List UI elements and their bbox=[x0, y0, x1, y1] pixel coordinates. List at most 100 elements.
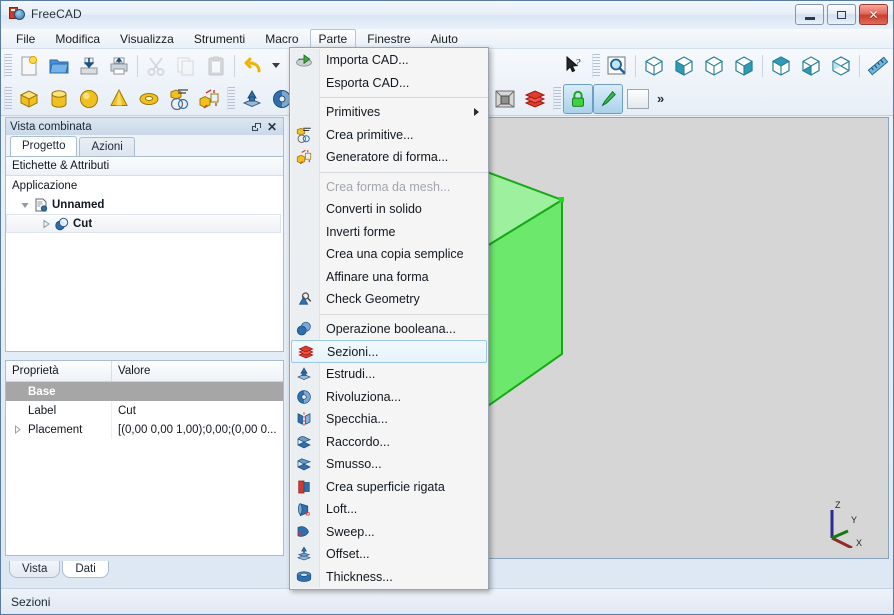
menu-item-primitives[interactable]: Primitives bbox=[290, 101, 488, 124]
new-document-button[interactable] bbox=[14, 51, 44, 81]
menu-item-offset[interactable]: Offset... bbox=[290, 543, 488, 566]
panel-float-button[interactable] bbox=[249, 120, 263, 134]
menu-item-raccordo[interactable]: Raccordo... bbox=[290, 431, 488, 454]
cut-button[interactable] bbox=[141, 51, 171, 81]
print-icon bbox=[110, 56, 128, 74]
view-rear-button[interactable] bbox=[766, 51, 796, 81]
axis-x-label: X bbox=[856, 538, 862, 548]
menu-macro[interactable]: Macro bbox=[256, 29, 307, 49]
view-left-button[interactable] bbox=[826, 51, 856, 81]
maximize-button[interactable] bbox=[827, 4, 856, 25]
menu-visualizza[interactable]: Visualizza bbox=[111, 29, 183, 49]
blank-style-button[interactable] bbox=[623, 84, 653, 114]
shape-builder-button[interactable] bbox=[194, 84, 224, 114]
property-tab-dati[interactable]: Dati bbox=[62, 561, 109, 578]
menu-item-specchia[interactable]: Specchia... bbox=[290, 408, 488, 431]
primitive-sphere-button[interactable] bbox=[74, 84, 104, 114]
tree-document-row[interactable]: Unnamed bbox=[6, 195, 283, 214]
menu-item-check-geometry[interactable]: Check Geometry bbox=[290, 288, 488, 311]
shape-builder-icon bbox=[199, 88, 219, 108]
bounding-box-button[interactable] bbox=[490, 84, 520, 114]
extrude-button[interactable] bbox=[237, 84, 267, 114]
menu-item-loft[interactable]: Loft... bbox=[290, 498, 488, 521]
menu-item-importa-cad[interactable]: Importa CAD... bbox=[290, 49, 488, 72]
toolbar-grip[interactable] bbox=[4, 86, 12, 111]
print-button[interactable] bbox=[104, 51, 134, 81]
svg-text:?: ? bbox=[575, 57, 581, 69]
toolbar-grip[interactable] bbox=[592, 53, 600, 78]
menu-parte[interactable]: Parte bbox=[309, 28, 357, 49]
menu-item-crea-una-copia-semplice[interactable]: Crea una copia semplice bbox=[290, 243, 488, 266]
primitive-torus-button[interactable] bbox=[134, 84, 164, 114]
draw-style-button[interactable] bbox=[593, 83, 623, 114]
copy-button[interactable] bbox=[171, 51, 201, 81]
menu-item-converti-in-solido[interactable]: Converti in solido bbox=[290, 198, 488, 221]
menu-item-estrudi[interactable]: Estrudi... bbox=[290, 363, 488, 386]
cross-sections-button[interactable] bbox=[520, 84, 550, 114]
primitive-cylinder-button[interactable] bbox=[44, 84, 74, 114]
view-top-button[interactable] bbox=[699, 51, 729, 81]
lock-draw-style-button[interactable] bbox=[563, 83, 593, 114]
menu-item-sezioni[interactable]: Sezioni... bbox=[291, 340, 487, 363]
close-button[interactable]: ✕ bbox=[859, 4, 888, 25]
menu-item-smusso[interactable]: Smusso... bbox=[290, 453, 488, 476]
menu-strumenti[interactable]: Strumenti bbox=[185, 29, 254, 49]
expand-collapse-icon[interactable] bbox=[41, 219, 51, 229]
view-axonometric-button[interactable] bbox=[639, 51, 669, 81]
toolbar-grip[interactable] bbox=[227, 86, 235, 111]
menu-item-generatore-di-forma[interactable]: Generatore di forma... bbox=[290, 146, 488, 169]
tree-root-row[interactable]: Applicazione bbox=[6, 176, 283, 195]
property-tab-vista[interactable]: Vista bbox=[9, 561, 61, 578]
menu-modifica[interactable]: Modifica bbox=[46, 29, 109, 49]
undo-button[interactable] bbox=[238, 51, 268, 81]
panel-tab-progetto[interactable]: Progetto bbox=[10, 136, 78, 157]
expand-placement-icon[interactable] bbox=[13, 424, 22, 437]
menu-item-esporta-cad[interactable]: Esporta CAD... bbox=[290, 72, 488, 95]
menu-item-rivoluziona[interactable]: Rivoluziona... bbox=[290, 386, 488, 409]
toolbar-grip[interactable] bbox=[4, 53, 12, 78]
fit-all-button[interactable] bbox=[602, 51, 632, 81]
panel-close-button[interactable]: ✕ bbox=[265, 120, 279, 134]
property-editor[interactable]: Proprietà Valore Base Label Cut Placemen… bbox=[5, 360, 284, 556]
toolbar-overflow-button[interactable]: » bbox=[657, 91, 664, 106]
menu-item-affinare-una-forma[interactable]: Affinare una forma bbox=[290, 266, 488, 289]
menu-item-operazione-booleana[interactable]: Operazione booleana... bbox=[290, 318, 488, 341]
view-front-button[interactable] bbox=[669, 51, 699, 81]
expand-collapse-icon[interactable] bbox=[20, 200, 30, 210]
menu-aiuto[interactable]: Aiuto bbox=[422, 29, 467, 49]
view-right-button[interactable] bbox=[729, 51, 759, 81]
model-tree[interactable]: Etichette & Attributi Applicazione Unnam… bbox=[5, 156, 284, 352]
measure-button[interactable] bbox=[863, 51, 893, 81]
toolbar-grip[interactable] bbox=[553, 86, 561, 111]
menu-item-thickness[interactable]: Thickness... bbox=[290, 566, 488, 589]
property-row-placement[interactable]: Placement [(0,00 0,00 1,00);0,00;(0,00 0… bbox=[6, 420, 283, 439]
property-row-label[interactable]: Label Cut bbox=[6, 401, 283, 420]
create-primitives-button[interactable] bbox=[164, 84, 194, 114]
menu-file[interactable]: File bbox=[7, 29, 44, 49]
open-document-button[interactable] bbox=[44, 51, 74, 81]
paste-button[interactable] bbox=[201, 51, 231, 81]
menu-item-inverti-forme[interactable]: Inverti forme bbox=[290, 221, 488, 244]
primitive-cone-button[interactable] bbox=[104, 84, 134, 114]
menu-finestre[interactable]: Finestre bbox=[358, 29, 419, 49]
save-document-button[interactable] bbox=[74, 51, 104, 81]
create-primitives-icon bbox=[170, 88, 189, 110]
tree-item-cut[interactable]: Cut bbox=[6, 214, 281, 233]
menu-item-label: Crea superficie rigata bbox=[326, 479, 445, 494]
panel-tab-azioni[interactable]: Azioni bbox=[79, 137, 135, 156]
property-value[interactable]: [(0,00 0,00 1,00);0,00;(0,00 0... bbox=[112, 420, 283, 439]
menu-item-crea-superficie-rigata[interactable]: Crea superficie rigata bbox=[290, 476, 488, 499]
menu-item-crea-primitive[interactable]: Crea primitive... bbox=[290, 124, 488, 147]
parte-menu-dropdown[interactable]: Importa CAD... Esporta CAD... Primitives Cr… bbox=[289, 47, 489, 590]
undo-dropdown-button[interactable] bbox=[268, 51, 282, 81]
menu-item-sweep[interactable]: Sweep... bbox=[290, 521, 488, 544]
create-primitives-icon bbox=[290, 124, 318, 146]
primitive-box-button[interactable] bbox=[14, 84, 44, 114]
property-value[interactable]: Cut bbox=[112, 401, 283, 420]
minimize-button[interactable] bbox=[795, 4, 824, 25]
whats-this-button[interactable]: ? bbox=[559, 51, 589, 81]
property-group-label: Base bbox=[28, 385, 56, 398]
menu-item-no-icon bbox=[290, 243, 318, 265]
view-bottom-button[interactable] bbox=[796, 51, 826, 81]
value-column-header: Valore bbox=[118, 365, 151, 377]
